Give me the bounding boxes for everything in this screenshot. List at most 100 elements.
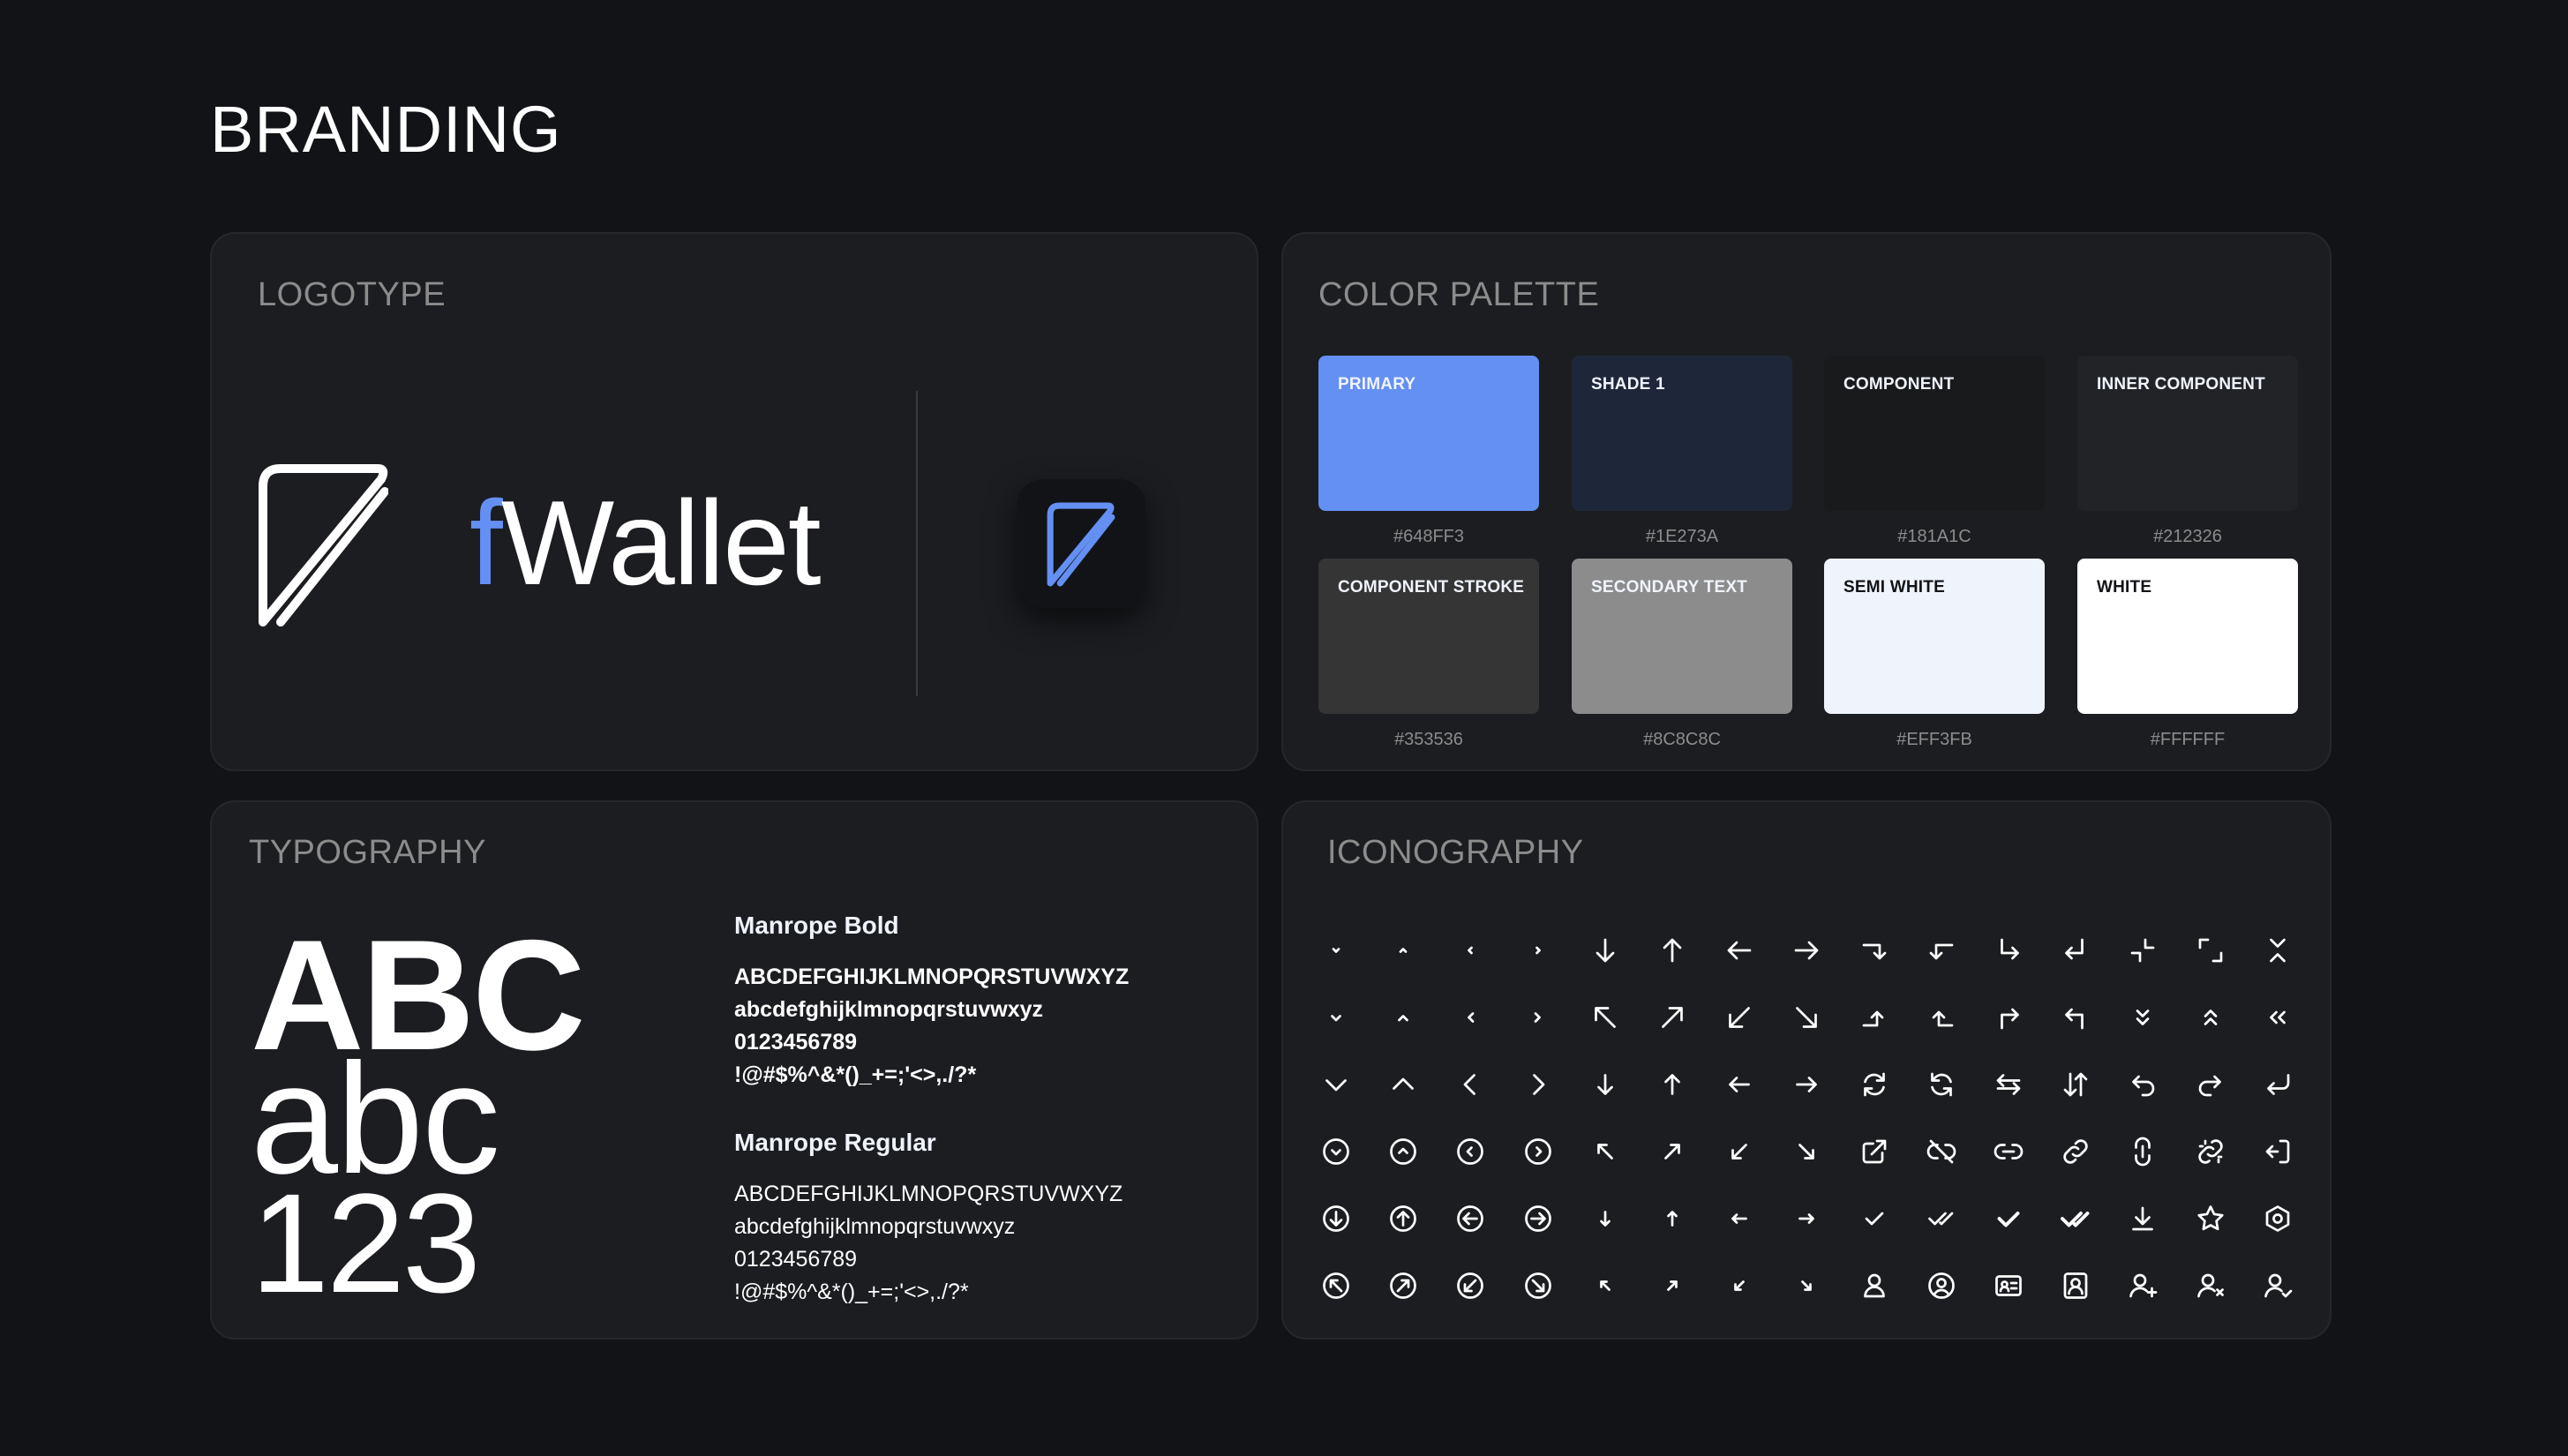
icon-cell — [2109, 984, 2176, 1051]
swap-horizontal-icon — [1996, 1074, 2021, 1095]
icon-cell — [2109, 1051, 2176, 1118]
corner-up-right-icon — [2001, 1008, 2019, 1030]
icon-cell — [2109, 1185, 2176, 1252]
chevron-down-small-icon — [1332, 948, 1340, 953]
swatch-hex: #181A1C — [1897, 527, 1971, 546]
icon-cell — [2042, 1051, 2109, 1118]
arrow-up-left-small-icon — [1596, 1144, 1613, 1160]
redo-icon — [2198, 1075, 2221, 1097]
font-regular-line: ABCDEFGHIJKLMNOPQRSTUVWXYZ — [734, 1182, 1123, 1206]
arrow-up-right-circle-icon — [1390, 1272, 1417, 1299]
id-card-icon — [1995, 1275, 2022, 1296]
icon-cell — [2042, 984, 2109, 1051]
sample-digits: 123 — [251, 1164, 481, 1322]
arrow-down-right-circle-icon — [1524, 1272, 1551, 1299]
icon-cell — [1370, 1252, 1437, 1319]
icon-cell — [1706, 984, 1773, 1051]
arrow-down-left-circle-icon — [1457, 1272, 1484, 1299]
corner-down-right-icon — [2001, 938, 2019, 960]
arrow-left-medium-icon — [1729, 1077, 1751, 1092]
icon-cell — [1908, 984, 1975, 1051]
icon-cell — [1841, 917, 1908, 984]
icon-cell — [1706, 1252, 1773, 1319]
color-swatch: SEMI WHITE — [1824, 559, 2045, 714]
icon-cell — [1908, 1185, 1975, 1252]
check-double-icon — [1927, 1212, 1954, 1226]
icon-cell — [1639, 1051, 1706, 1118]
chevron-down-icon — [1331, 1015, 1341, 1022]
turn-up-right-icon — [1862, 1010, 1883, 1027]
icon-cell — [2176, 917, 2243, 984]
arrow-left-icon — [1727, 941, 1752, 960]
fwallet-wordmark: fWallet — [469, 483, 822, 603]
wordmark-rest: Wallet — [500, 476, 822, 610]
chevron-down-large-icon — [1325, 1079, 1347, 1092]
icon-cell — [1908, 1252, 1975, 1319]
swatch-hex: #8C8C8C — [1643, 730, 1721, 749]
chevron-right-large-icon — [1532, 1074, 1545, 1095]
link-diagonal-icon — [2063, 1139, 2088, 1164]
icon-cell — [1975, 1051, 2042, 1118]
icon-cell — [2176, 984, 2243, 1051]
icon-cell — [1975, 917, 2042, 984]
icon-cell — [1773, 1252, 1840, 1319]
arrow-up-small-icon — [1667, 1211, 1678, 1227]
logotype-title: LOGOTYPE — [258, 276, 447, 313]
unlink-icon — [1926, 1139, 1956, 1164]
arrow-down-right-icon — [1796, 1007, 1818, 1028]
chevron-up-circle-icon — [1390, 1138, 1417, 1165]
swatch-hex: #212326 — [2153, 527, 2222, 546]
icon-cell — [1505, 917, 1572, 984]
icon-cell — [1572, 1118, 1639, 1185]
icon-cell — [1773, 1051, 1840, 1118]
external-link-icon — [1862, 1139, 1886, 1164]
user-add-icon — [2129, 1273, 2158, 1298]
corner-down-left-icon — [2065, 938, 2084, 960]
color-swatch: COMPONENT STROKE — [1318, 559, 1539, 714]
chevron-left-icon — [1468, 1012, 1475, 1023]
chevron-up-icon — [1398, 1015, 1409, 1022]
icon-cell — [2244, 1252, 2311, 1319]
color-swatch: INNER COMPONENT — [2077, 356, 2298, 511]
fwallet-app-logo-icon — [1047, 502, 1115, 587]
collapse-vertical-icon — [2269, 938, 2286, 963]
arrow-left-circle-icon — [1457, 1205, 1484, 1232]
swatch-label: SEMI WHITE — [1843, 578, 1945, 597]
font-bold-line: abcdefghijklmnopqrstuvwxyz — [734, 997, 1044, 1022]
user-check-icon — [2264, 1273, 2293, 1298]
icon-cell — [2244, 984, 2311, 1051]
icon-cell — [2042, 1185, 2109, 1252]
icon-cell — [1303, 1185, 1370, 1252]
arrow-down-icon — [1596, 938, 1615, 963]
arrow-down-small-icon — [1599, 1211, 1611, 1227]
font-bold-name: Manrope Bold — [734, 912, 899, 939]
chevrons-left-icon — [2269, 1010, 2286, 1024]
color-palette-title: COLOR PALETTE — [1318, 276, 1600, 313]
icon-cell — [1975, 984, 2042, 1051]
color-swatch: SHADE 1 — [1572, 356, 1792, 511]
icon-cell — [1303, 1252, 1370, 1319]
icon-cell — [2109, 1252, 2176, 1319]
icon-cell — [1437, 1185, 1504, 1252]
swatch-label: SHADE 1 — [1591, 375, 1665, 394]
color-palette-card: COLOR PALETTE PRIMARY #648FF3 SHADE 1 #1E27… — [1281, 232, 2331, 771]
arrow-up-medium-icon — [1664, 1074, 1680, 1095]
turn-up-left-icon — [1932, 1010, 1954, 1027]
swatch-label: COMPONENT STROKE — [1338, 578, 1525, 597]
settings-hexagon-icon — [2265, 1205, 2290, 1232]
arrow-up-left-tiny-icon — [1599, 1280, 1611, 1291]
arrow-up-right-icon — [1662, 1007, 1683, 1028]
check-double-bold-icon — [2061, 1212, 2090, 1227]
corner-up-left-icon — [2065, 1008, 2084, 1030]
arrow-up-left-icon — [1594, 1007, 1616, 1028]
minimize-icon — [2130, 938, 2155, 963]
swatch-hex: #1E273A — [1645, 527, 1719, 546]
check-bold-icon — [1997, 1212, 2020, 1227]
icon-cell — [1841, 1185, 1908, 1252]
arrow-up-right-tiny-icon — [1667, 1280, 1678, 1291]
chevron-left-circle-icon — [1457, 1138, 1484, 1165]
icon-cell — [1505, 1051, 1572, 1118]
icon-cell — [1572, 1185, 1639, 1252]
icon-grid — [1303, 917, 2311, 1319]
icon-cell — [1370, 984, 1437, 1051]
